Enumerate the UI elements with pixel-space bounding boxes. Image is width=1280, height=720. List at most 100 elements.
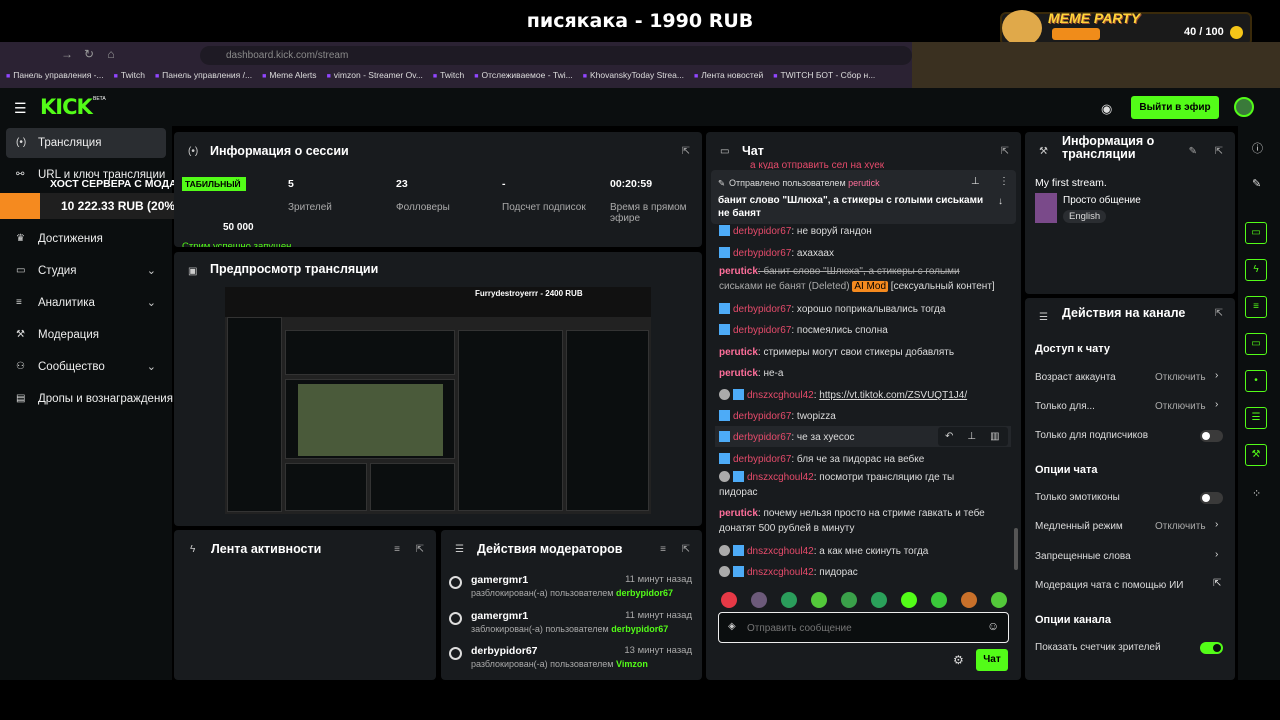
popout-icon[interactable]: ⇱	[682, 544, 690, 555]
info-icon[interactable]: ⓘ	[1252, 140, 1263, 156]
chevron-right-icon[interactable]: ›	[1215, 549, 1218, 560]
popout-icon[interactable]: ⇱	[1215, 146, 1223, 157]
reload-icon[interactable]: ↻	[82, 47, 96, 61]
chevron-right-icon[interactable]: ›	[1215, 519, 1218, 530]
right-rail	[1238, 126, 1280, 680]
broadcast-icon: (•)	[188, 146, 199, 157]
slow-mode-label: Медленный режим	[1035, 521, 1123, 532]
bookmark[interactable]: TWITCH БОТ - Сбор н...	[773, 70, 875, 86]
broadcast-icon[interactable]: •	[1245, 370, 1267, 392]
trophy-icon: ♛	[16, 233, 25, 244]
filter-icon[interactable]: ≡	[394, 544, 400, 555]
bookmark[interactable]: Панель управления /...	[155, 70, 252, 86]
account-age-value[interactable]: Отключить	[1155, 372, 1206, 383]
avatar[interactable]	[1234, 97, 1254, 117]
pin-icon[interactable]: ⊥	[971, 176, 980, 187]
forward-icon[interactable]: →	[60, 47, 74, 61]
lightning-icon: ϟ	[190, 544, 196, 555]
sidebar-item-drops[interactable]: ▤ Дропы и вознаграждения	[6, 384, 176, 414]
gear-icon[interactable]: ⚙	[953, 653, 964, 667]
channel-icon[interactable]: ☰	[1245, 407, 1267, 429]
lightning-icon[interactable]: ϟ	[1245, 259, 1267, 281]
emote-icon[interactable]	[871, 592, 887, 608]
activity-feed-panel: ϟ Лента активности ≡ ⇱	[174, 530, 436, 680]
external-link-icon[interactable]: ⇱	[1213, 578, 1221, 589]
chevron-right-icon[interactable]: ›	[1215, 370, 1218, 381]
trash-icon[interactable]: ▥	[990, 431, 999, 442]
chevron-down-icon[interactable]: ↓	[998, 196, 1003, 207]
preview-title: Предпросмотр трансляции	[210, 262, 379, 276]
chat-message: dnszxcghoul42: посмотри трансляцию где т…	[719, 471, 955, 498]
bookmark[interactable]: Панель управления -...	[6, 70, 103, 86]
bookmark[interactable]: Meme Alerts	[262, 70, 316, 86]
slow-mode-value[interactable]: Отключить	[1155, 521, 1206, 532]
notifications-icon[interactable]: ◉	[1101, 101, 1112, 117]
more-icon[interactable]: ⋮	[999, 176, 1009, 187]
popout-icon[interactable]: ⇱	[416, 544, 424, 555]
community-icon: ⚇	[16, 361, 25, 372]
chat-icon[interactable]: ▭	[1245, 333, 1267, 355]
donation-goal: 50 000	[223, 222, 254, 233]
sidebar-item-moderation[interactable]: ⚒ Модерация	[6, 320, 166, 350]
wrench-icon[interactable]: ⚒	[1245, 444, 1267, 466]
send-chat-button[interactable]: Чат	[976, 649, 1008, 671]
sidebar-item-analytics[interactable]: ≡ Аналитика ⌄	[6, 288, 166, 318]
layout-icon[interactable]: ▭	[1245, 222, 1267, 244]
stat-uptime: 00:20:59 Время в прямом эфире	[610, 178, 687, 224]
bookmark[interactable]: KhovanskyToday Strea...	[583, 70, 684, 86]
go-live-button[interactable]: Выйти в эфир	[1131, 96, 1219, 119]
emote-icon[interactable]	[781, 592, 797, 608]
pin-icon[interactable]: ⊥	[967, 431, 976, 442]
sidebar-item-stream[interactable]: (•) Трансляция	[6, 128, 166, 158]
undo-icon[interactable]: ↶	[945, 431, 953, 442]
mod-badge-icon	[719, 389, 730, 400]
sidebar-item-studio[interactable]: ▭ Студия ⌄	[6, 256, 166, 286]
emote-icon[interactable]	[841, 592, 857, 608]
menu-icon[interactable]: ☰	[14, 100, 27, 117]
popout-icon[interactable]: ⇱	[1001, 146, 1009, 157]
emote-icon[interactable]	[931, 592, 947, 608]
apps-icon[interactable]: ⁘	[1252, 487, 1261, 500]
chat-input[interactable]	[747, 620, 977, 636]
chevron-right-icon[interactable]: ›	[1215, 399, 1218, 410]
edit-icon[interactable]: ✎	[1252, 177, 1261, 190]
emoji-icon[interactable]: ☺	[987, 619, 999, 633]
ai-mod-label[interactable]: Модерация чата с помощью ИИ	[1035, 580, 1183, 591]
popout-icon[interactable]: ⇱	[682, 146, 690, 157]
filter-icon[interactable]: ≡	[660, 544, 666, 555]
sidebar-item-achievements[interactable]: ♛ Достижения	[6, 224, 166, 254]
bookmark[interactable]: Лента новостей	[694, 70, 763, 86]
emote-icon[interactable]	[751, 592, 767, 608]
sidebar-item-community[interactable]: ⚇ Сообщество ⌄	[6, 352, 166, 382]
chat-link[interactable]: https://vt.tiktok.com/ZSVUQT1J4/	[819, 390, 967, 401]
emote-icon[interactable]	[901, 592, 917, 608]
kick-logo[interactable]: KICK	[40, 95, 93, 119]
home-icon[interactable]: ⌂	[104, 47, 118, 61]
show-viewers-toggle[interactable]	[1200, 642, 1223, 654]
chat-title: Чат	[742, 144, 764, 158]
bookmark[interactable]: vimzon - Streamer Ov...	[327, 70, 423, 86]
bookmark[interactable]: Отслеживаемое - Twi...	[474, 70, 572, 86]
emote-icon[interactable]	[721, 592, 737, 608]
subs-only-toggle[interactable]	[1200, 430, 1223, 442]
emote-icon[interactable]	[991, 592, 1007, 608]
emote-icon[interactable]	[811, 592, 827, 608]
account-age-label: Возраст аккаунта	[1035, 372, 1116, 383]
emote-icon[interactable]	[961, 592, 977, 608]
bookmark[interactable]: Twitch	[433, 70, 464, 86]
chat-scrollbar[interactable]	[1014, 528, 1018, 570]
list-icon[interactable]: ≡	[1245, 296, 1267, 318]
chat-message: dnszxcghoul42: https://vt.tiktok.com/ZSV…	[719, 385, 989, 406]
drops-icon: ▤	[16, 393, 26, 404]
url-bar[interactable]: dashboard.kick.com/stream	[200, 46, 912, 65]
stream-preview-video[interactable]: Furrydestroyerrr - 2400 RUB	[225, 287, 651, 514]
popout-icon[interactable]: ⇱	[1215, 308, 1223, 319]
edit-icon[interactable]: ✎	[1189, 146, 1197, 157]
badge-icon	[733, 389, 744, 400]
only-for-value[interactable]: Отключить	[1155, 401, 1206, 412]
banned-words-label[interactable]: Запрещенные слова	[1035, 551, 1131, 562]
emotes-only-toggle[interactable]	[1200, 492, 1223, 504]
badge-icon	[719, 431, 730, 442]
chat-message: perutick: стримеры могут свои стикеры до…	[719, 347, 955, 358]
bookmark[interactable]: Twitch	[114, 70, 145, 86]
